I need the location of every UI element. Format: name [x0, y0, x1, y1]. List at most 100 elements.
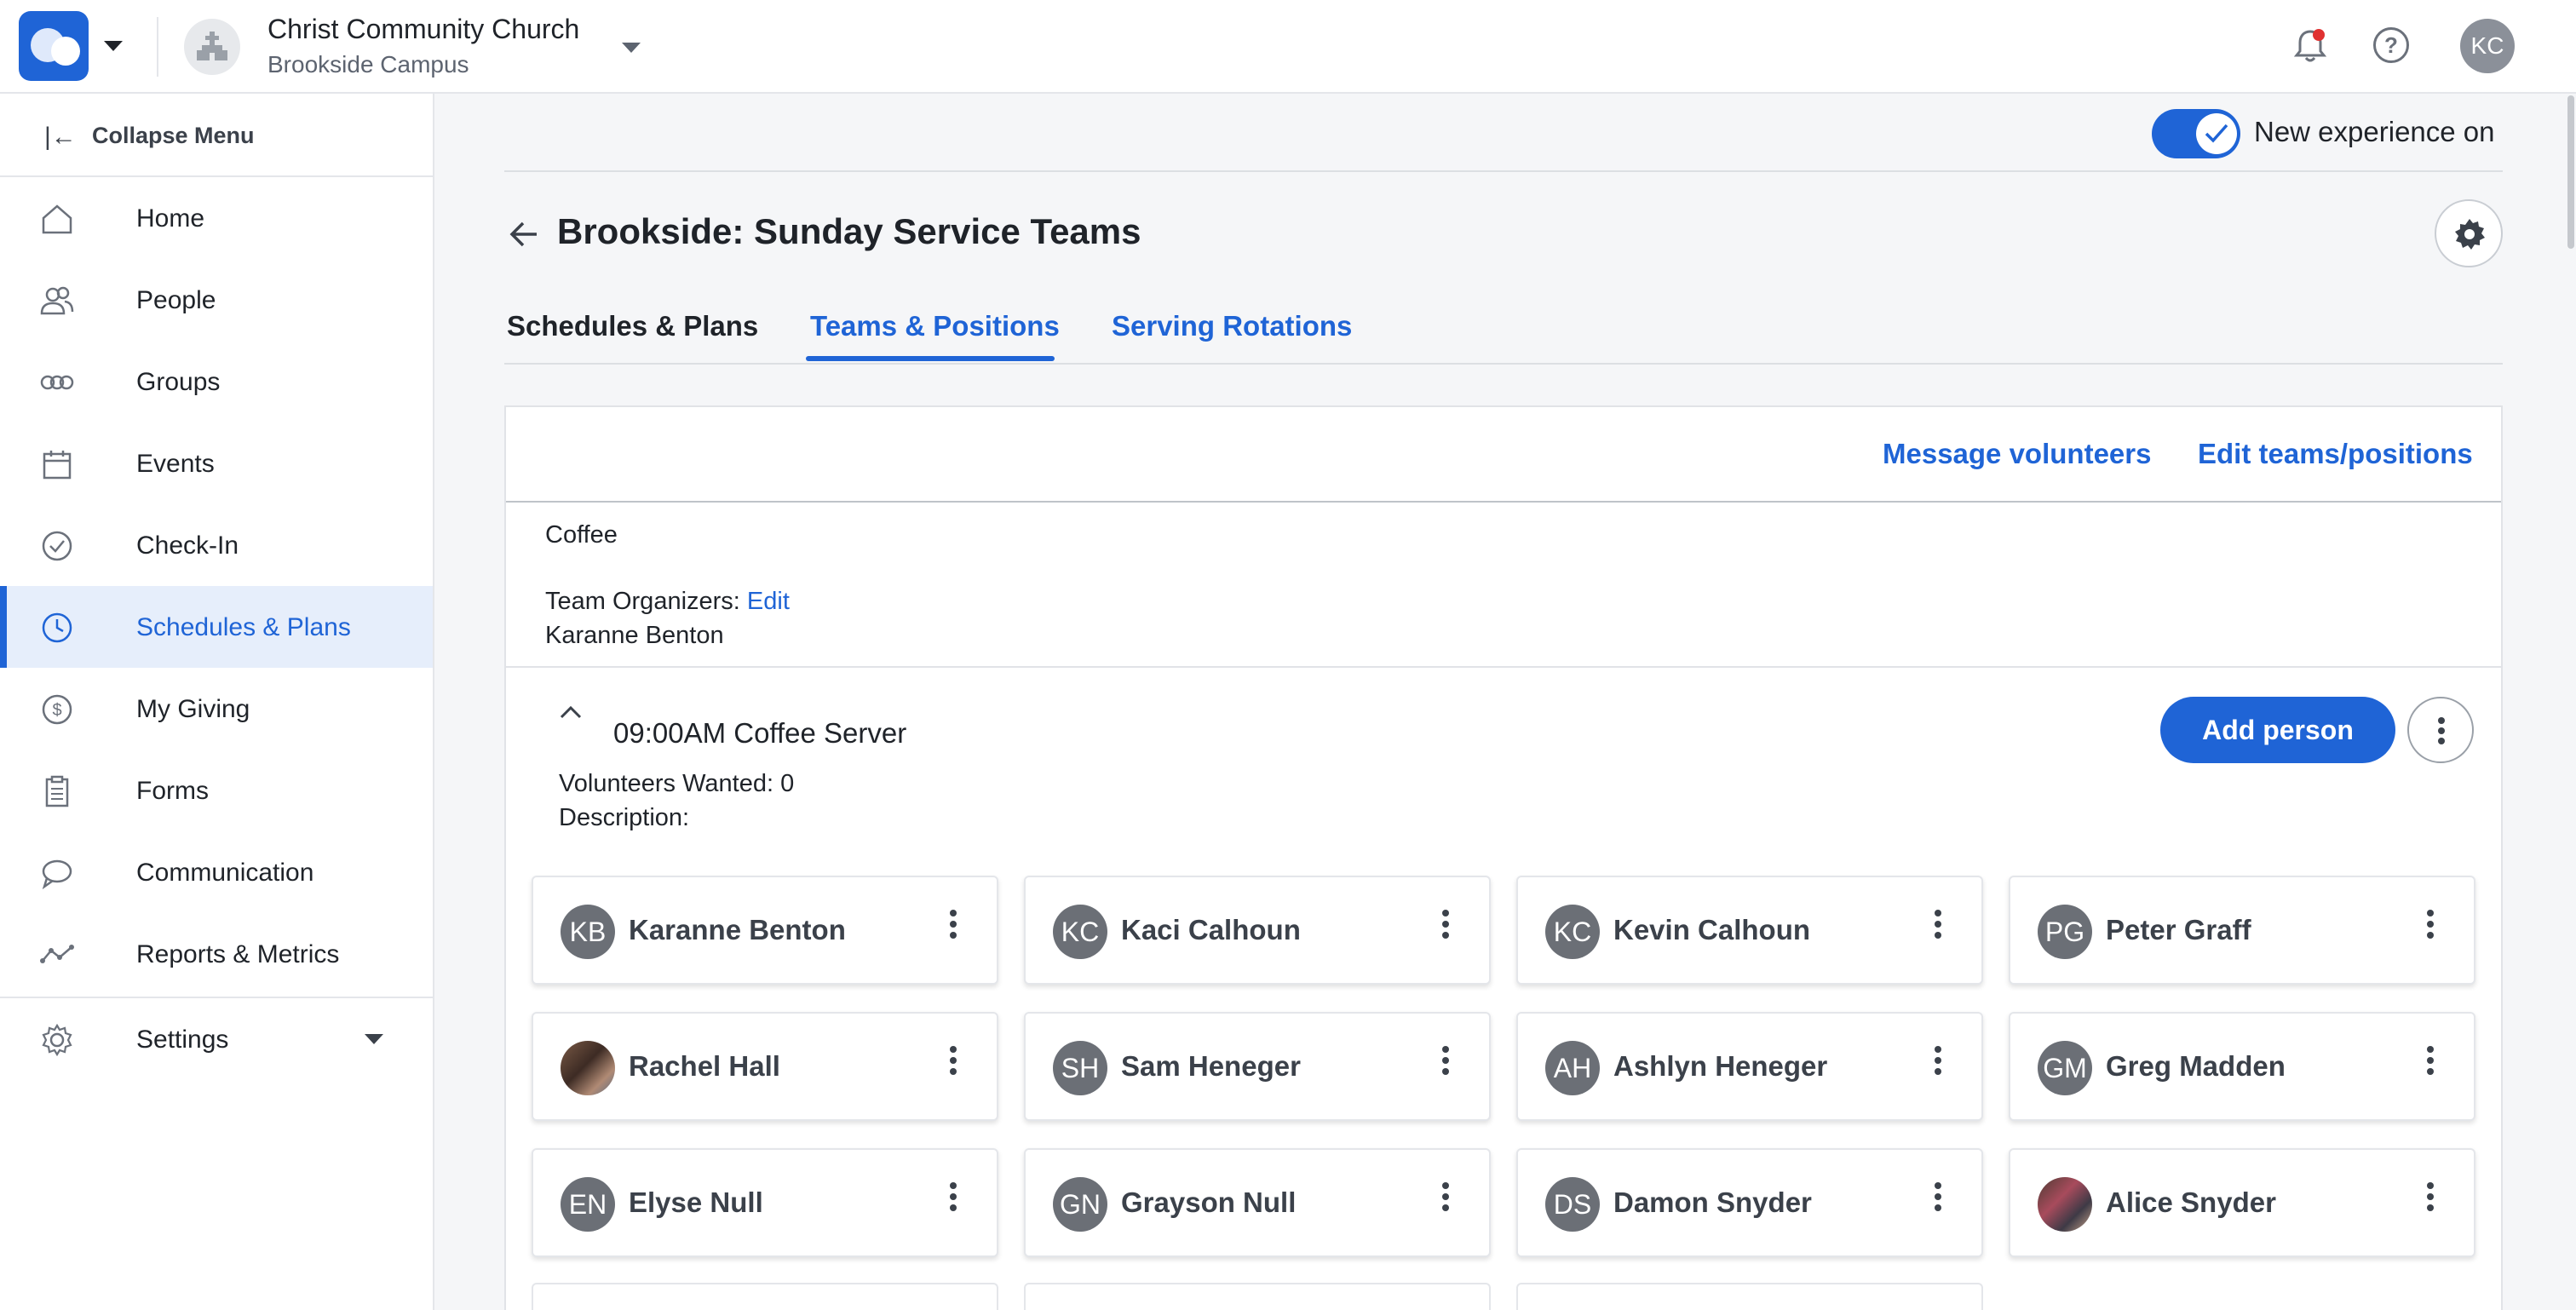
church-switcher-caret-icon[interactable]	[622, 43, 641, 53]
church-name[interactable]: Christ Community Church	[267, 14, 579, 45]
more-vertical-icon[interactable]	[949, 910, 957, 939]
avatar: SH	[1053, 1041, 1107, 1095]
help-icon[interactable]: ?	[2373, 27, 2409, 63]
notification-bell-icon[interactable]	[2291, 27, 2329, 69]
new-experience-label: New experience on	[2254, 116, 2495, 147]
person-card[interactable]: DS Damon Snyder	[1516, 1148, 1983, 1257]
sidebar: |← Collapse Menu Home People Groups Even…	[0, 94, 434, 1310]
person-card[interactable]	[1516, 1283, 1983, 1310]
person-card[interactable]: KC Kaci Calhoun	[1024, 876, 1491, 985]
more-vertical-icon[interactable]	[1934, 1182, 1942, 1211]
clipboard-icon	[45, 775, 69, 807]
person-card[interactable]: PG Peter Graff	[2009, 876, 2475, 985]
position-more-button[interactable]	[2407, 697, 2474, 763]
person-card[interactable]: GM Greg Madden	[2009, 1012, 2475, 1121]
sidebar-item-my-giving[interactable]: $ My Giving	[0, 668, 433, 750]
tab-teams-positions[interactable]: Teams & Positions	[810, 310, 1060, 342]
sidebar-item-label: Reports & Metrics	[136, 940, 340, 968]
position-title: 09:00AM Coffee Server	[613, 717, 907, 749]
person-name: Kaci Calhoun	[1121, 914, 1301, 945]
person-card[interactable]	[1024, 1283, 1491, 1310]
person-card[interactable]	[532, 1283, 998, 1310]
campus-name[interactable]: Brookside Campus	[267, 51, 469, 78]
avatar: GM	[2038, 1041, 2092, 1095]
calendar-icon	[43, 451, 72, 480]
team-organizers-label: Team Organizers:	[545, 588, 740, 615]
avatar: KB	[561, 905, 615, 959]
position-description: Description:	[559, 804, 690, 831]
sidebar-item-reports-metrics[interactable]: Reports & Metrics	[0, 913, 433, 995]
gear-icon	[2455, 219, 2485, 250]
page-title: Brookside: Sunday Service Teams	[557, 211, 1141, 251]
team-name: Coffee	[545, 521, 618, 549]
avatar: PG	[2038, 905, 2092, 959]
user-avatar[interactable]: KC	[2460, 19, 2515, 73]
more-vertical-icon	[2438, 717, 2445, 744]
sidebar-item-forms[interactable]: Forms	[0, 750, 433, 831]
card-header: Message volunteers Edit teams/positions	[506, 407, 2501, 503]
tab-serving-rotations[interactable]: Serving Rotations	[1112, 310, 1352, 342]
sidebar-item-settings[interactable]: Settings	[0, 998, 433, 1080]
header-divider	[504, 170, 2503, 172]
add-person-button[interactable]: Add person	[2160, 697, 2395, 763]
more-vertical-icon[interactable]	[949, 1182, 957, 1211]
person-name: Ashlyn Heneger	[1613, 1050, 1828, 1082]
edit-teams-positions-link[interactable]: Edit teams/positions	[2198, 438, 2473, 470]
sidebar-item-groups[interactable]: Groups	[0, 341, 433, 422]
chevron-up-icon[interactable]	[559, 704, 583, 725]
person-card[interactable]: GN Grayson Null	[1024, 1148, 1491, 1257]
person-name: Sam Heneger	[1121, 1050, 1301, 1082]
app-logo[interactable]	[19, 11, 89, 81]
person-card[interactable]: Rachel Hall	[532, 1012, 998, 1121]
church-avatar[interactable]	[184, 19, 240, 75]
page-scrollbar[interactable]	[2567, 95, 2574, 249]
sidebar-item-label: Check-In	[136, 531, 239, 560]
person-card[interactable]: AH Ashlyn Heneger	[1516, 1012, 1983, 1121]
svg-text:$: $	[52, 701, 61, 720]
person-name: Elyse Null	[629, 1186, 763, 1218]
tab-schedules-plans[interactable]: Schedules & Plans	[507, 310, 758, 342]
more-vertical-icon[interactable]	[1441, 910, 1450, 939]
back-arrow-icon[interactable]	[508, 218, 540, 255]
more-vertical-icon[interactable]	[1934, 910, 1942, 939]
groups-icon	[40, 375, 74, 390]
person-card[interactable]: SH Sam Heneger	[1024, 1012, 1491, 1121]
sidebar-item-events[interactable]: Events	[0, 422, 433, 504]
more-vertical-icon[interactable]	[949, 1046, 957, 1075]
more-vertical-icon[interactable]	[2426, 1046, 2435, 1075]
chat-icon	[42, 859, 72, 890]
sidebar-item-label: My Giving	[136, 695, 250, 723]
person-card[interactable]: Alice Snyder	[2009, 1148, 2475, 1257]
people-icon	[40, 286, 74, 315]
sidebar-item-people[interactable]: People	[0, 259, 433, 341]
page-settings-button[interactable]	[2435, 199, 2503, 267]
team-divider	[506, 666, 2501, 668]
person-card[interactable]: KB Karanne Benton	[532, 876, 998, 985]
avatar: KC	[1053, 905, 1107, 959]
person-name: Peter Graff	[2106, 914, 2251, 945]
sidebar-item-label: Events	[136, 450, 215, 478]
collapse-menu-button[interactable]: |← Collapse Menu	[0, 94, 433, 177]
more-vertical-icon[interactable]	[1934, 1046, 1942, 1075]
new-experience-toggle[interactable]	[2152, 109, 2240, 158]
app-switcher-caret-icon[interactable]	[104, 41, 123, 51]
sidebar-item-communication[interactable]: Communication	[0, 831, 433, 913]
avatar: AH	[1545, 1041, 1600, 1095]
more-vertical-icon[interactable]	[2426, 1182, 2435, 1211]
more-vertical-icon[interactable]	[1441, 1182, 1450, 1211]
volunteers-wanted: Volunteers Wanted: 0	[559, 770, 795, 797]
edit-organizers-link[interactable]: Edit	[747, 588, 790, 615]
message-volunteers-link[interactable]: Message volunteers	[1883, 438, 2151, 470]
avatar: KC	[1545, 905, 1600, 959]
sidebar-item-label: Groups	[136, 368, 221, 396]
sidebar-item-home[interactable]: Home	[0, 177, 433, 259]
person-card[interactable]: KC Kevin Calhoun	[1516, 876, 1983, 985]
collapse-menu-label: Collapse Menu	[92, 123, 255, 148]
chevron-down-icon	[365, 1034, 383, 1044]
sidebar-item-label: Forms	[136, 777, 209, 805]
sidebar-item-schedules-plans[interactable]: Schedules & Plans	[0, 586, 433, 668]
more-vertical-icon[interactable]	[2426, 910, 2435, 939]
more-vertical-icon[interactable]	[1441, 1046, 1450, 1075]
sidebar-item-check-in[interactable]: Check-In	[0, 504, 433, 586]
person-card[interactable]: EN Elyse Null	[532, 1148, 998, 1257]
